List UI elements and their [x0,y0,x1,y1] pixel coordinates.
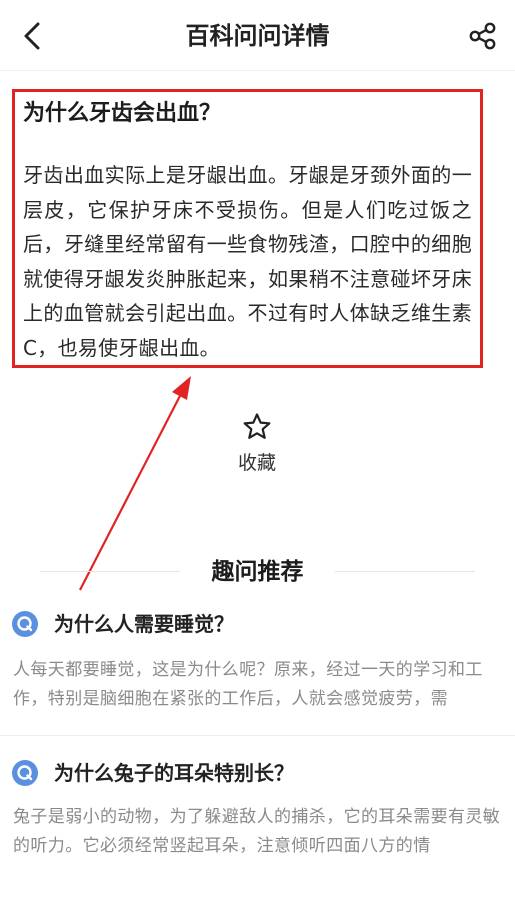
article-highlight-box: 为什么牙齿会出血？ 牙齿出血实际上是牙龈出血。牙龈是牙颈外面的一层皮，它保护牙床… [12,89,483,368]
recommend-item-title: 为什么人需要睡觉？ [54,612,234,636]
recommend-item-title: 为什么兔子的耳朵特别长？ [54,761,294,785]
question-badge-icon [12,760,38,786]
article-body: 牙齿出血实际上是牙龈出血。牙龈是牙颈外面的一层皮，它保护牙床不受损伤。但是人们吃… [23,163,472,360]
star-outline-icon [243,413,271,439]
recommend-item[interactable]: 为什么兔子的耳朵特别长？ 兔子是弱小的动物，为了躲避敌人的捕杀，它的耳朵需要有灵… [0,755,515,875]
arrow-head [172,376,191,400]
heading-divider-left [40,571,180,572]
share-icon [469,22,496,50]
recommend-heading-text: 趣问推荐 [197,552,318,592]
article-title: 为什么牙齿会出血？ [23,101,222,126]
recommend-heading: 趣问推荐 [0,552,515,592]
top-bar: 百科问问详情 [0,0,515,71]
heading-divider-right [335,571,475,572]
favorite-label: 收藏 [237,452,276,474]
page-title: 百科问问详情 [185,22,330,50]
recommend-item-summary: 兔子是弱小的动物，为了躲避敌人的捕杀，它的耳朵需要有灵敏的听力。它必须经常竖起耳… [13,807,501,856]
page: 百科问问详情 为什么牙齿会出血？ 牙齿出血实际上是牙龈出血。牙龈是牙颈外面的一层… [0,0,515,897]
favorite-button[interactable]: 收藏 [217,412,297,482]
list-divider [0,735,515,736]
share-button[interactable] [465,18,501,54]
recommend-item-summary: 人每天都要睡觉，这是为什么呢？原来，经过一天的学习和工作，特别是脑细胞在紧张的工… [13,660,483,709]
question-badge-icon [12,611,38,637]
recommend-item[interactable]: 为什么人需要睡觉？ 人每天都要睡觉，这是为什么呢？原来，经过一天的学习和工作，特… [0,604,515,724]
